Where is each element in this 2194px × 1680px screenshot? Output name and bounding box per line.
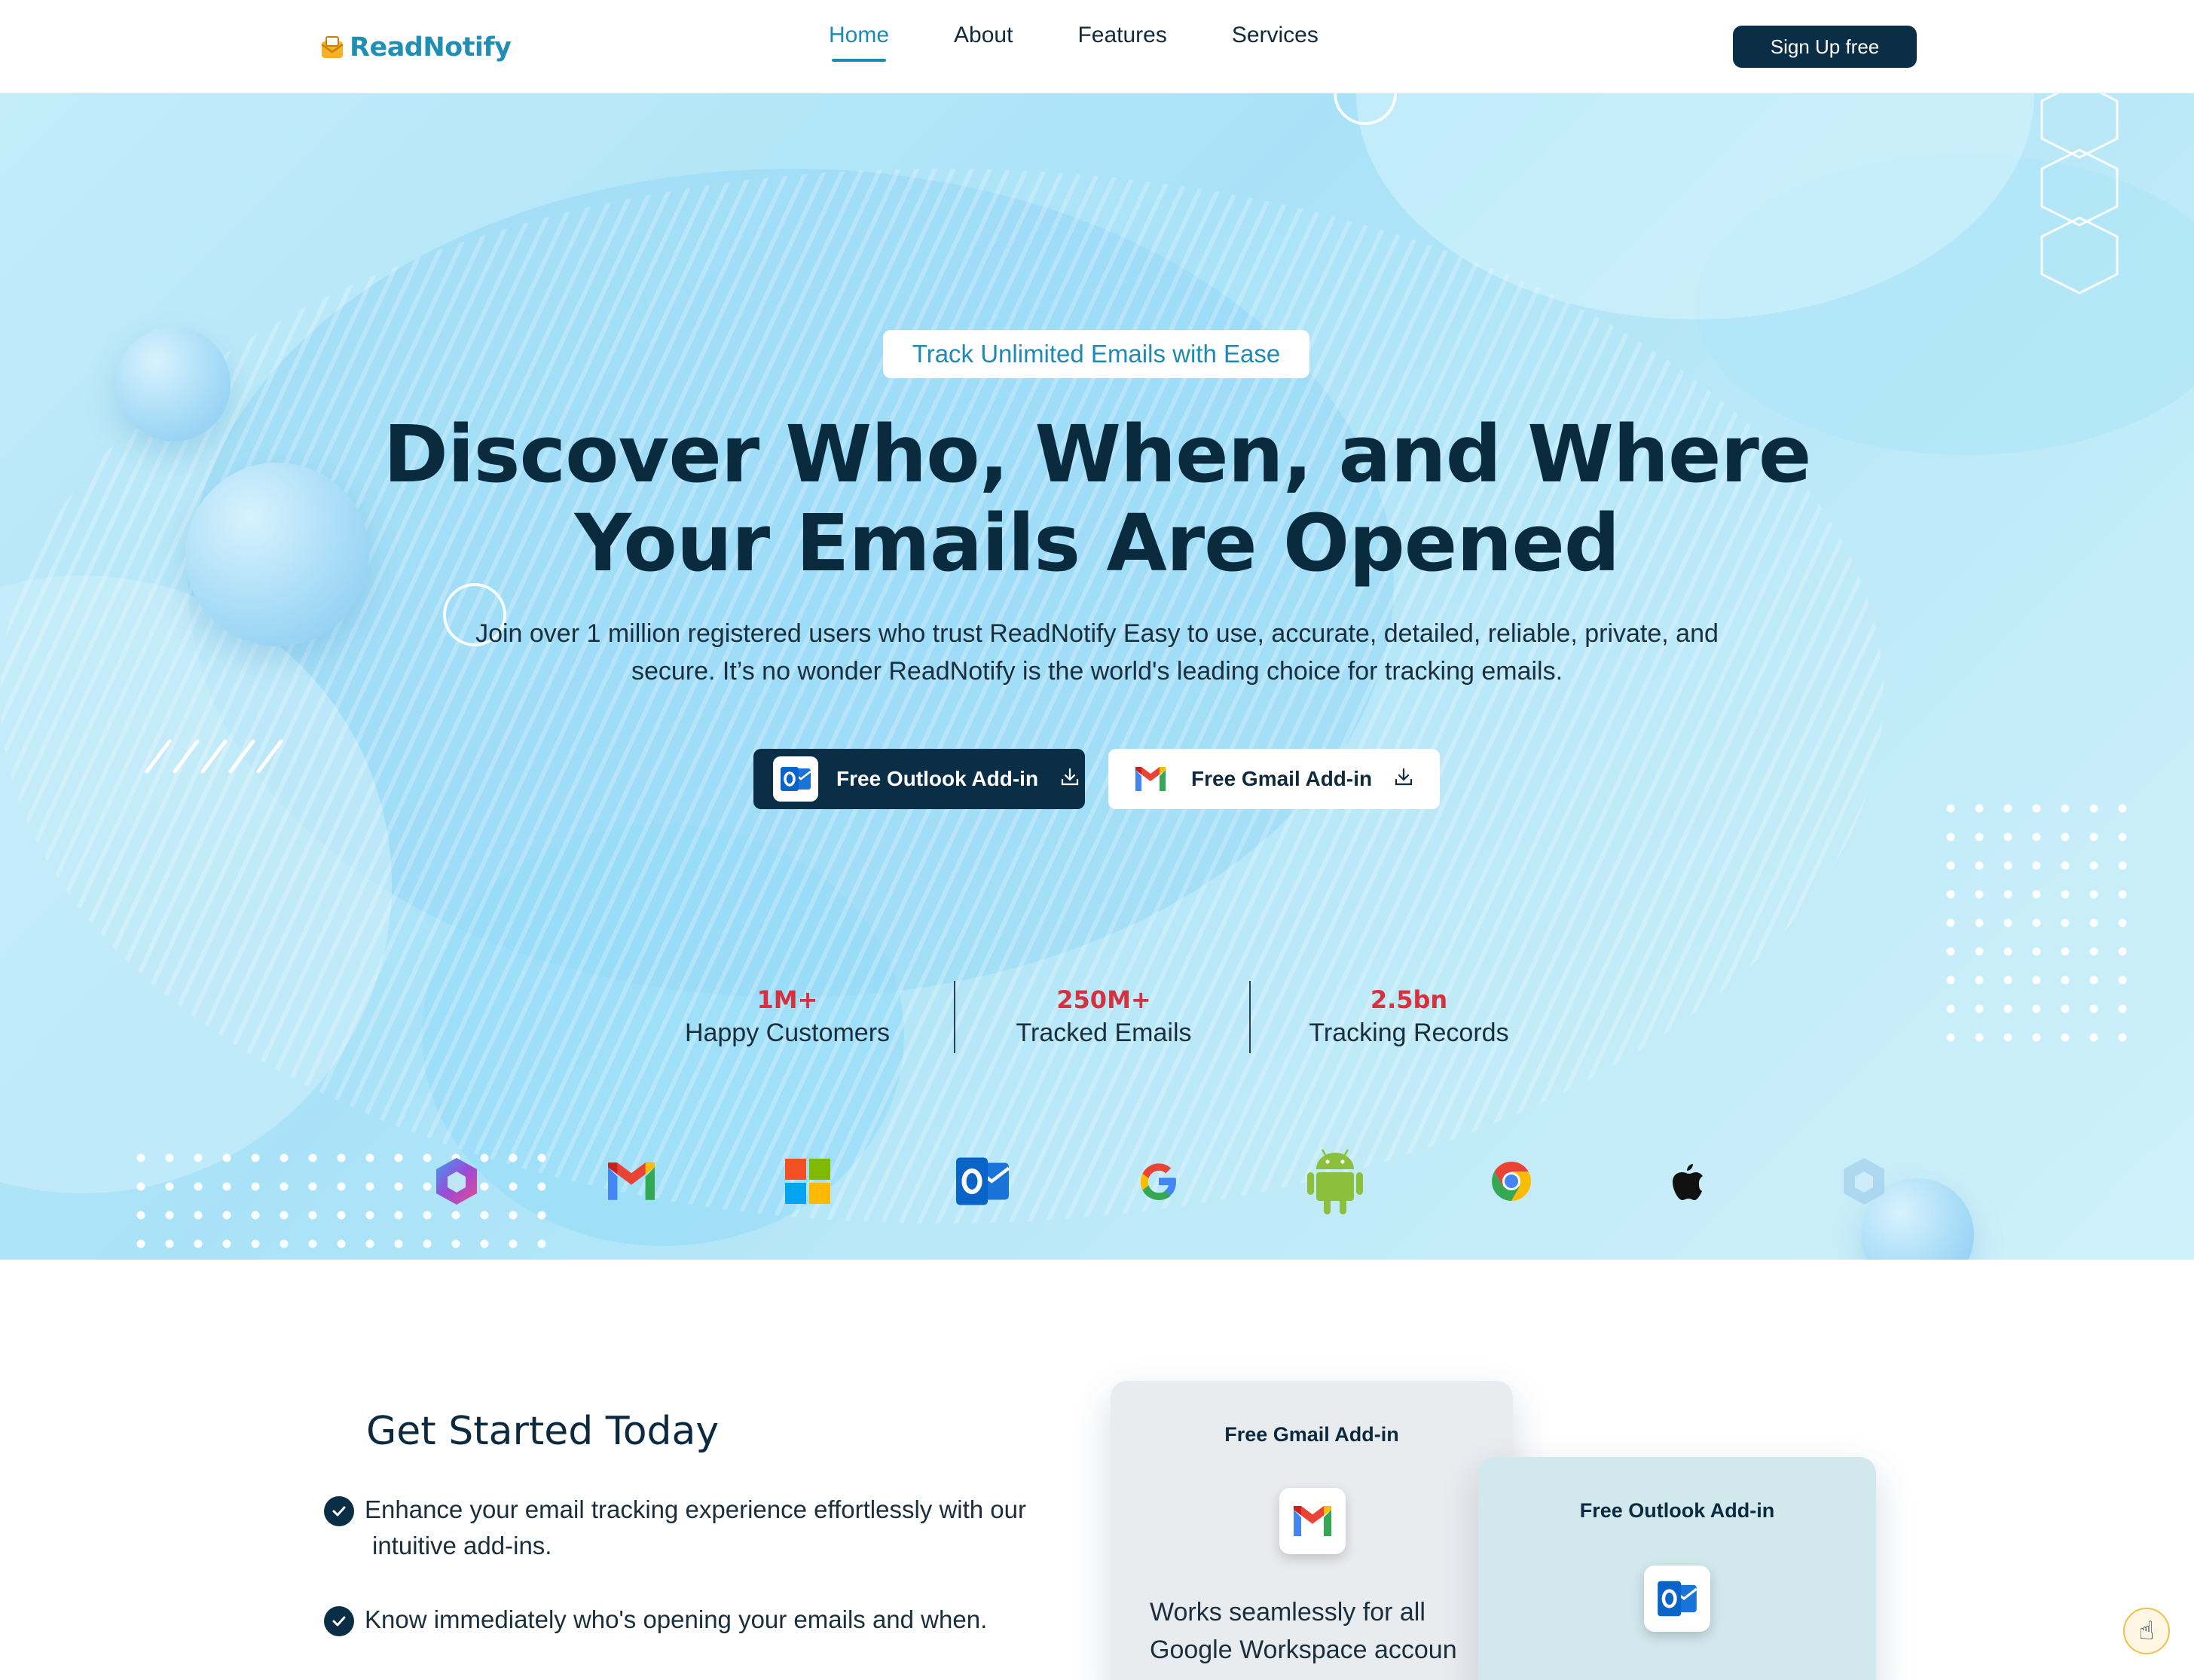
sign-up-free-button[interactable]: Sign Up free [1733,26,1917,68]
stat-label: Tracking Records [1309,1019,1509,1047]
hero-section: Track Unlimited Emails with Ease Discove… [0,93,2194,1260]
nav-home[interactable]: Home [829,23,889,62]
get-started-title: Get Started Today [366,1409,720,1454]
stat-divider [954,981,955,1053]
card-title: Free Outlook Add-in [1579,1499,1775,1522]
logo-text: ReadNotify [350,32,512,63]
hero-title-line-1: Discover Who, When, and Where [383,408,1812,500]
checkmark-icon [324,1496,354,1526]
decor-dot-grid [1936,794,2132,1050]
outlook-icon [773,756,818,802]
gmail-icon [600,1150,663,1213]
stat-value: 250M+ [1056,985,1151,1014]
decor-sphere [116,327,231,441]
nav-features[interactable]: Features [1077,23,1166,62]
outlook-addin-card[interactable]: Free Outlook Add-in [1478,1457,1876,1680]
google-icon [1127,1150,1190,1213]
free-gmail-addin-button[interactable]: Free Gmail Add-in [1108,749,1440,809]
decor-sphere [185,463,369,646]
microsoft-365-icon [1832,1150,1896,1213]
hero-subtitle-line-1: Join over 1 million registered users who… [475,619,1719,648]
readnotify-logo[interactable]: ReadNotify [319,29,512,66]
gmail-icon [1279,1488,1346,1554]
feature-list-item: Know immediately who's opening your emai… [324,1602,1062,1638]
stat-value: 1M+ [756,985,818,1014]
hero-title-line-2: Your Emails Are Opened [574,497,1621,589]
checkmark-icon [324,1606,354,1636]
card-title: Free Gmail Add-in [1224,1423,1399,1446]
chrome-icon [1480,1150,1543,1213]
decor-slashes [145,739,283,774]
apple-icon [1656,1150,1719,1213]
stat-divider [1249,981,1251,1053]
free-outlook-addin-button[interactable]: Free Outlook Add-in [753,749,1085,809]
stat-tracked-emails: 250M+ Tracked Emails [979,985,1228,1048]
card-description: Works seamlessly for all Google Workspac… [1150,1593,1504,1669]
download-icon [1393,766,1414,793]
stat-happy-customers: 1M+ Happy Customers [663,985,912,1048]
free-gmail-addin-label: Free Gmail Add-in [1191,767,1373,790]
gmail-icon [1128,756,1173,802]
pointer-hand-icon[interactable]: ☝ [2123,1608,2170,1654]
outlook-icon [951,1150,1014,1213]
stat-tracking-records: 2.5bn Tracking Records [1281,985,1537,1048]
microsoft-365-icon [425,1150,488,1213]
platform-logos-row [0,1149,2194,1225]
hero-subtitle: Join over 1 million registered users who… [419,615,1775,690]
feature-list-item: Enhance your email tracking experience e… [324,1492,1062,1564]
stat-value: 2.5bn [1370,985,1448,1014]
hero-subtitle-line-2: secure. It’s no wonder ReadNotify is the… [631,657,1563,686]
decor-hexagons [2040,93,2119,295]
feature-text: Enhance your email tracking experience e… [365,1495,1026,1559]
card-description-line-1: Works seamlessly for all [1150,1598,1425,1627]
nav-about[interactable]: About [954,23,1013,62]
top-navbar: ReadNotify Home About Features Services … [0,0,2194,93]
stat-label: Tracked Emails [1016,1019,1192,1047]
download-icon [1059,766,1080,793]
android-icon [1303,1149,1367,1214]
bg-stripes [0,169,1884,1223]
card-description-line-2: Google Workspace accoun [1150,1636,1457,1664]
windows-icon [776,1150,839,1213]
envelope-logo-icon [319,35,345,60]
gmail-addin-card[interactable]: Free Gmail Add-in Works seamlessly for a… [1111,1381,1513,1680]
free-outlook-addin-label: Free Outlook Add-in [836,767,1039,790]
feature-text: Know immediately who's opening your emai… [365,1605,988,1633]
hero-tagline: Track Unlimited Emails with Ease [883,330,1309,378]
outlook-icon [1644,1565,1710,1632]
main-nav: Home About Features Services [829,23,1383,62]
hero-title: Discover Who, When, and Where Your Email… [344,410,1850,588]
nav-services[interactable]: Services [1232,23,1319,62]
stat-label: Happy Customers [684,1019,891,1047]
